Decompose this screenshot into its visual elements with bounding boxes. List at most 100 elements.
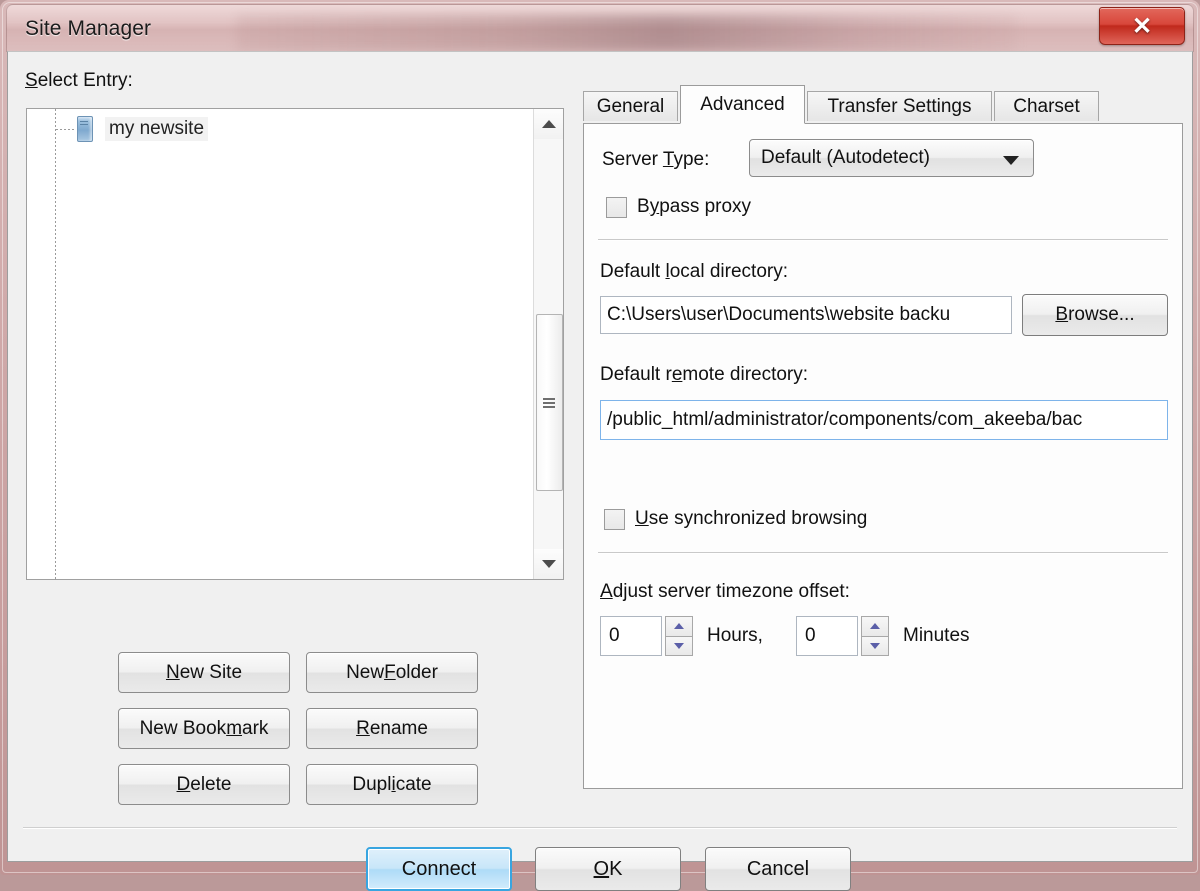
timezone-minutes-input[interactable]: 0 <box>796 616 858 656</box>
tree-guide-line <box>55 109 56 579</box>
scrollbar-thumb[interactable] <box>536 314 563 491</box>
btn-pre: Cancel <box>746 857 810 880</box>
chevron-down-icon <box>541 560 556 568</box>
delete-button[interactable]: Delete <box>118 764 290 805</box>
lbl-pre: Default r <box>600 364 672 385</box>
timezone-hours-input[interactable]: 0 <box>600 616 662 656</box>
window-title: Site Manager <box>25 17 152 40</box>
lbl-accel: e <box>671 364 683 385</box>
btn-pre: New Book <box>139 717 227 739</box>
btn-accel: B <box>1055 304 1069 325</box>
scroll-up-icon[interactable] <box>534 109 563 139</box>
server-type-value: Default (Autodetect) <box>761 147 930 168</box>
local-directory-label: Default local directory: <box>600 261 788 283</box>
connect-button[interactable]: Connect <box>366 847 512 891</box>
select-entry-accel: S <box>25 70 38 91</box>
btn-accel: F <box>384 661 396 683</box>
browse-button[interactable]: Browse... <box>1022 294 1168 336</box>
scrollbar-grip-icon <box>543 397 555 409</box>
bypass-proxy-label: Bypass proxy <box>637 196 751 218</box>
close-icon: ✕ <box>1131 13 1153 40</box>
btn-pre: Dupl <box>352 773 392 795</box>
spin-down-icon[interactable] <box>861 636 889 656</box>
close-button[interactable]: ✕ <box>1099 7 1185 45</box>
lbl-rest: djust server timezone offset: <box>612 581 850 602</box>
duplicate-button[interactable]: Dupl i cate <box>306 764 478 805</box>
lbl-accel: U <box>635 508 649 529</box>
advanced-tab-panel: Server Type: Default (Autodetect) Bypass… <box>583 123 1183 789</box>
lbl-rest: mote directory: <box>682 364 809 385</box>
btn-rest: ew Site <box>179 661 243 683</box>
btn-accel: m <box>226 717 243 739</box>
lbl-accel: T <box>662 149 674 170</box>
sync-browsing-checkbox-row[interactable]: Use synchronized browsing <box>604 508 867 530</box>
btn-accel: N <box>165 661 180 683</box>
tab-bar: General Advanced Transfer Settings Chars… <box>583 85 1183 124</box>
lbl-rest: pass proxy <box>659 196 752 217</box>
btn-accel: R <box>356 717 370 739</box>
new-bookmark-button[interactable]: New Book m ark <box>118 708 290 749</box>
btn-rest: K <box>609 857 623 880</box>
tab-general[interactable]: General <box>583 91 678 121</box>
tab-charset[interactable]: Charset <box>994 91 1099 121</box>
rename-button[interactable]: Rename <box>306 708 478 749</box>
btn-rest: ark <box>242 717 269 739</box>
title-bar-smudge <box>237 15 1017 51</box>
btn-rest: cate <box>395 773 432 795</box>
btn-rest: older <box>395 661 438 683</box>
site-manager-window: Site Manager ✕ Select Entry: my newsite … <box>0 0 1200 891</box>
timezone-hours-stepper[interactable]: 0 Hours, <box>600 616 763 656</box>
btn-rest: elete <box>190 773 232 795</box>
dialog-client-area: Select Entry: my newsite New Site New Fo… <box>7 51 1193 891</box>
tree-elbow-line <box>56 129 76 130</box>
btn-accel: O <box>593 857 610 880</box>
tab-transfer-settings[interactable]: Transfer Settings <box>807 91 992 121</box>
tree-item-label: my newsite <box>105 117 209 141</box>
new-folder-button[interactable]: New Folder <box>306 652 478 693</box>
site-tree[interactable]: my newsite <box>26 108 564 580</box>
cancel-button[interactable]: Cancel <box>705 847 851 891</box>
timezone-minutes-spin-buttons <box>861 616 889 656</box>
ok-button[interactable]: OK <box>535 847 681 891</box>
timezone-minutes-stepper[interactable]: 0 Minutes <box>796 616 970 656</box>
tab-advanced[interactable]: Advanced <box>680 85 805 124</box>
tree-scrollbar[interactable] <box>533 109 563 579</box>
server-type-dropdown[interactable]: Default (Autodetect) <box>749 139 1034 177</box>
btn-pre: Connect <box>401 857 477 880</box>
lbl-accel: A <box>600 581 613 602</box>
bypass-proxy-checkbox-row[interactable]: Bypass proxy <box>606 196 751 218</box>
lbl-pre: B <box>637 196 650 217</box>
lbl-pre: Server <box>602 149 663 170</box>
tree-item-my-newsite[interactable]: my newsite <box>77 115 209 143</box>
bypass-proxy-checkbox[interactable] <box>606 196 627 218</box>
timezone-hours-unit: Hours, <box>707 625 763 646</box>
new-site-button[interactable]: New Site <box>118 652 290 693</box>
chevron-up-icon <box>541 120 556 128</box>
lbl-pre: Default <box>600 261 666 282</box>
select-entry-label: Select Entry: <box>25 70 133 92</box>
chevron-down-icon <box>1003 156 1019 165</box>
timezone-minutes-unit: Minutes <box>903 625 970 646</box>
lbl-accel: y <box>649 196 660 217</box>
lbl-rest: ype: <box>673 149 710 170</box>
triangle-down-icon <box>870 642 880 649</box>
spin-up-icon[interactable] <box>665 616 693 637</box>
footer-separator <box>23 827 1177 829</box>
spin-down-icon[interactable] <box>665 636 693 656</box>
server-type-label: Server Type: <box>602 149 709 171</box>
btn-rest: rowse... <box>1068 304 1135 325</box>
sync-browsing-checkbox[interactable] <box>604 508 625 530</box>
separator-1 <box>598 239 1168 241</box>
scroll-down-icon[interactable] <box>534 549 563 579</box>
local-directory-input[interactable]: C:\Users\user\Documents\website backu <box>600 296 1012 334</box>
separator-2 <box>598 552 1168 554</box>
timezone-hours-spin-buttons <box>665 616 693 656</box>
btn-pre: New <box>346 661 385 683</box>
remote-directory-label: Default remote directory: <box>600 364 808 386</box>
remote-directory-input[interactable]: /public_html/administrator/components/co… <box>600 400 1168 440</box>
triangle-up-icon <box>870 623 880 630</box>
title-bar: Site Manager ✕ <box>6 4 1194 52</box>
spin-up-icon[interactable] <box>861 616 889 637</box>
btn-accel: D <box>176 773 191 795</box>
triangle-up-icon <box>674 623 684 630</box>
